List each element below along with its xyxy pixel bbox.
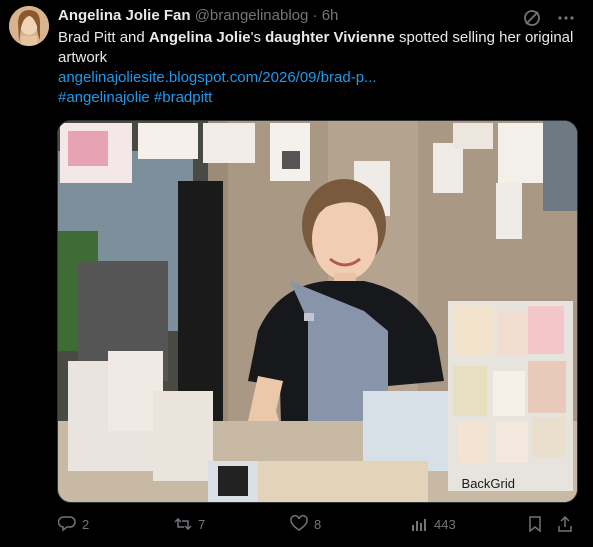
reply-count: 2 bbox=[82, 516, 90, 532]
bookmark-icon bbox=[529, 516, 541, 533]
media-watermark: BackGrid bbox=[461, 476, 515, 491]
reply-button[interactable]: 2 bbox=[58, 513, 89, 535]
article-link[interactable]: angelinajoliesite.blogspot.com/2026/09/b… bbox=[58, 68, 578, 88]
like-count: 8 bbox=[314, 516, 322, 532]
retweet-count: 7 bbox=[198, 516, 206, 532]
retweet-button[interactable]: 7 bbox=[174, 513, 205, 535]
separator-dot: · bbox=[312, 7, 318, 24]
like-button[interactable]: 8 bbox=[290, 513, 321, 535]
reply-icon bbox=[58, 516, 76, 532]
views-button[interactable]: 443 bbox=[410, 513, 456, 535]
share-icon bbox=[558, 515, 572, 532]
top-icons bbox=[522, 8, 576, 28]
tweet-body: Brad Pitt and Angelina Jolie's daughter … bbox=[58, 29, 574, 66]
tweet-header: Angelina Jolie Fan @brangelinablog · 6h bbox=[58, 6, 338, 26]
handle[interactable]: @brangelinablog bbox=[195, 7, 309, 24]
timestamp[interactable]: 6h bbox=[322, 7, 339, 24]
share-button[interactable] bbox=[556, 513, 574, 535]
hashtags[interactable]: #angelinajolie #bradpitt bbox=[58, 88, 578, 108]
display-name[interactable]: Angelina Jolie Fan bbox=[58, 7, 191, 24]
tweet[interactable]: Angelina Jolie Fan @brangelinablog · 6h … bbox=[0, 0, 593, 547]
more-icon[interactable] bbox=[556, 8, 576, 28]
retweet-icon bbox=[174, 517, 192, 531]
views-count: 443 bbox=[434, 516, 456, 532]
tweet-text: Brad Pitt and Angelina Jolie's daughter … bbox=[58, 28, 578, 108]
views-icon bbox=[412, 519, 426, 531]
like-icon bbox=[290, 515, 308, 531]
bookmark-button[interactable] bbox=[526, 513, 544, 535]
grok-icon[interactable] bbox=[522, 8, 542, 28]
tweet-actions: 2 7 8 443 bbox=[58, 513, 578, 535]
tweet-photo[interactable]: BackGrid bbox=[57, 120, 578, 503]
avatar[interactable] bbox=[9, 6, 49, 46]
